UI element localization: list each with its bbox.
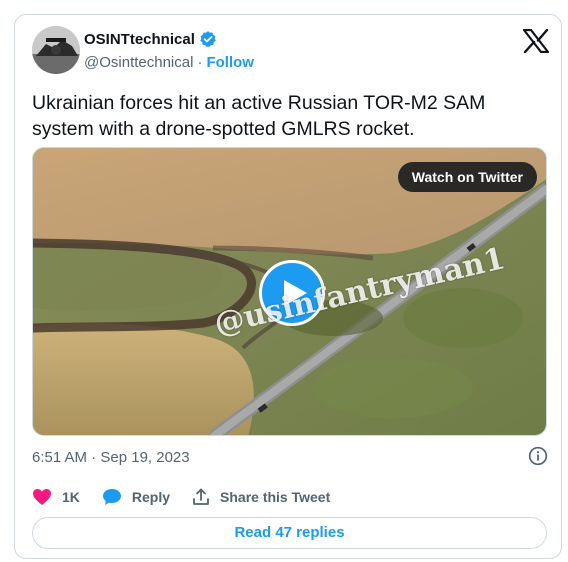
tweet-text: Ukrainian forces hit an active Russian T…	[32, 92, 486, 140]
info-icon[interactable]	[528, 446, 548, 466]
verified-badge-icon	[200, 31, 216, 47]
handle-separator: ·	[197, 54, 203, 71]
avatar[interactable]	[32, 26, 80, 74]
share-upload-icon	[193, 488, 209, 505]
reply-bubble-icon	[102, 489, 121, 505]
author-name[interactable]: OSINTtechnical	[84, 31, 195, 48]
like-count: 1K	[62, 489, 80, 505]
reply-label: Reply	[131, 489, 171, 505]
x-logo-icon[interactable]	[523, 29, 549, 53]
action-bar: 1K Reply Share this Tweet	[32, 488, 352, 506]
tweet-timestamp[interactable]: 6:51 AM · Sep 19, 2023	[32, 449, 190, 466]
author-handle-row: @Osinttechnical · Follow	[84, 54, 254, 71]
read-replies-button[interactable]: Read 47 replies	[32, 517, 547, 549]
tweet-card: OSINTtechnical @Osinttechnical · Follow …	[14, 14, 562, 559]
like-action[interactable]: 1K	[32, 488, 80, 506]
heart-icon	[33, 489, 51, 505]
author-handle[interactable]: @Osinttechnical	[84, 54, 193, 71]
share-action[interactable]: Share this Tweet	[192, 488, 330, 506]
follow-button[interactable]: Follow	[206, 54, 254, 71]
reply-action[interactable]: Reply	[102, 488, 170, 506]
author-name-row: OSINTtechnical	[84, 30, 217, 48]
video-player[interactable]: Watch on Twitter @usinfantryman1	[32, 147, 547, 436]
share-label: Share this Tweet	[220, 489, 331, 505]
watch-on-twitter-button[interactable]: Watch on Twitter	[397, 162, 537, 192]
